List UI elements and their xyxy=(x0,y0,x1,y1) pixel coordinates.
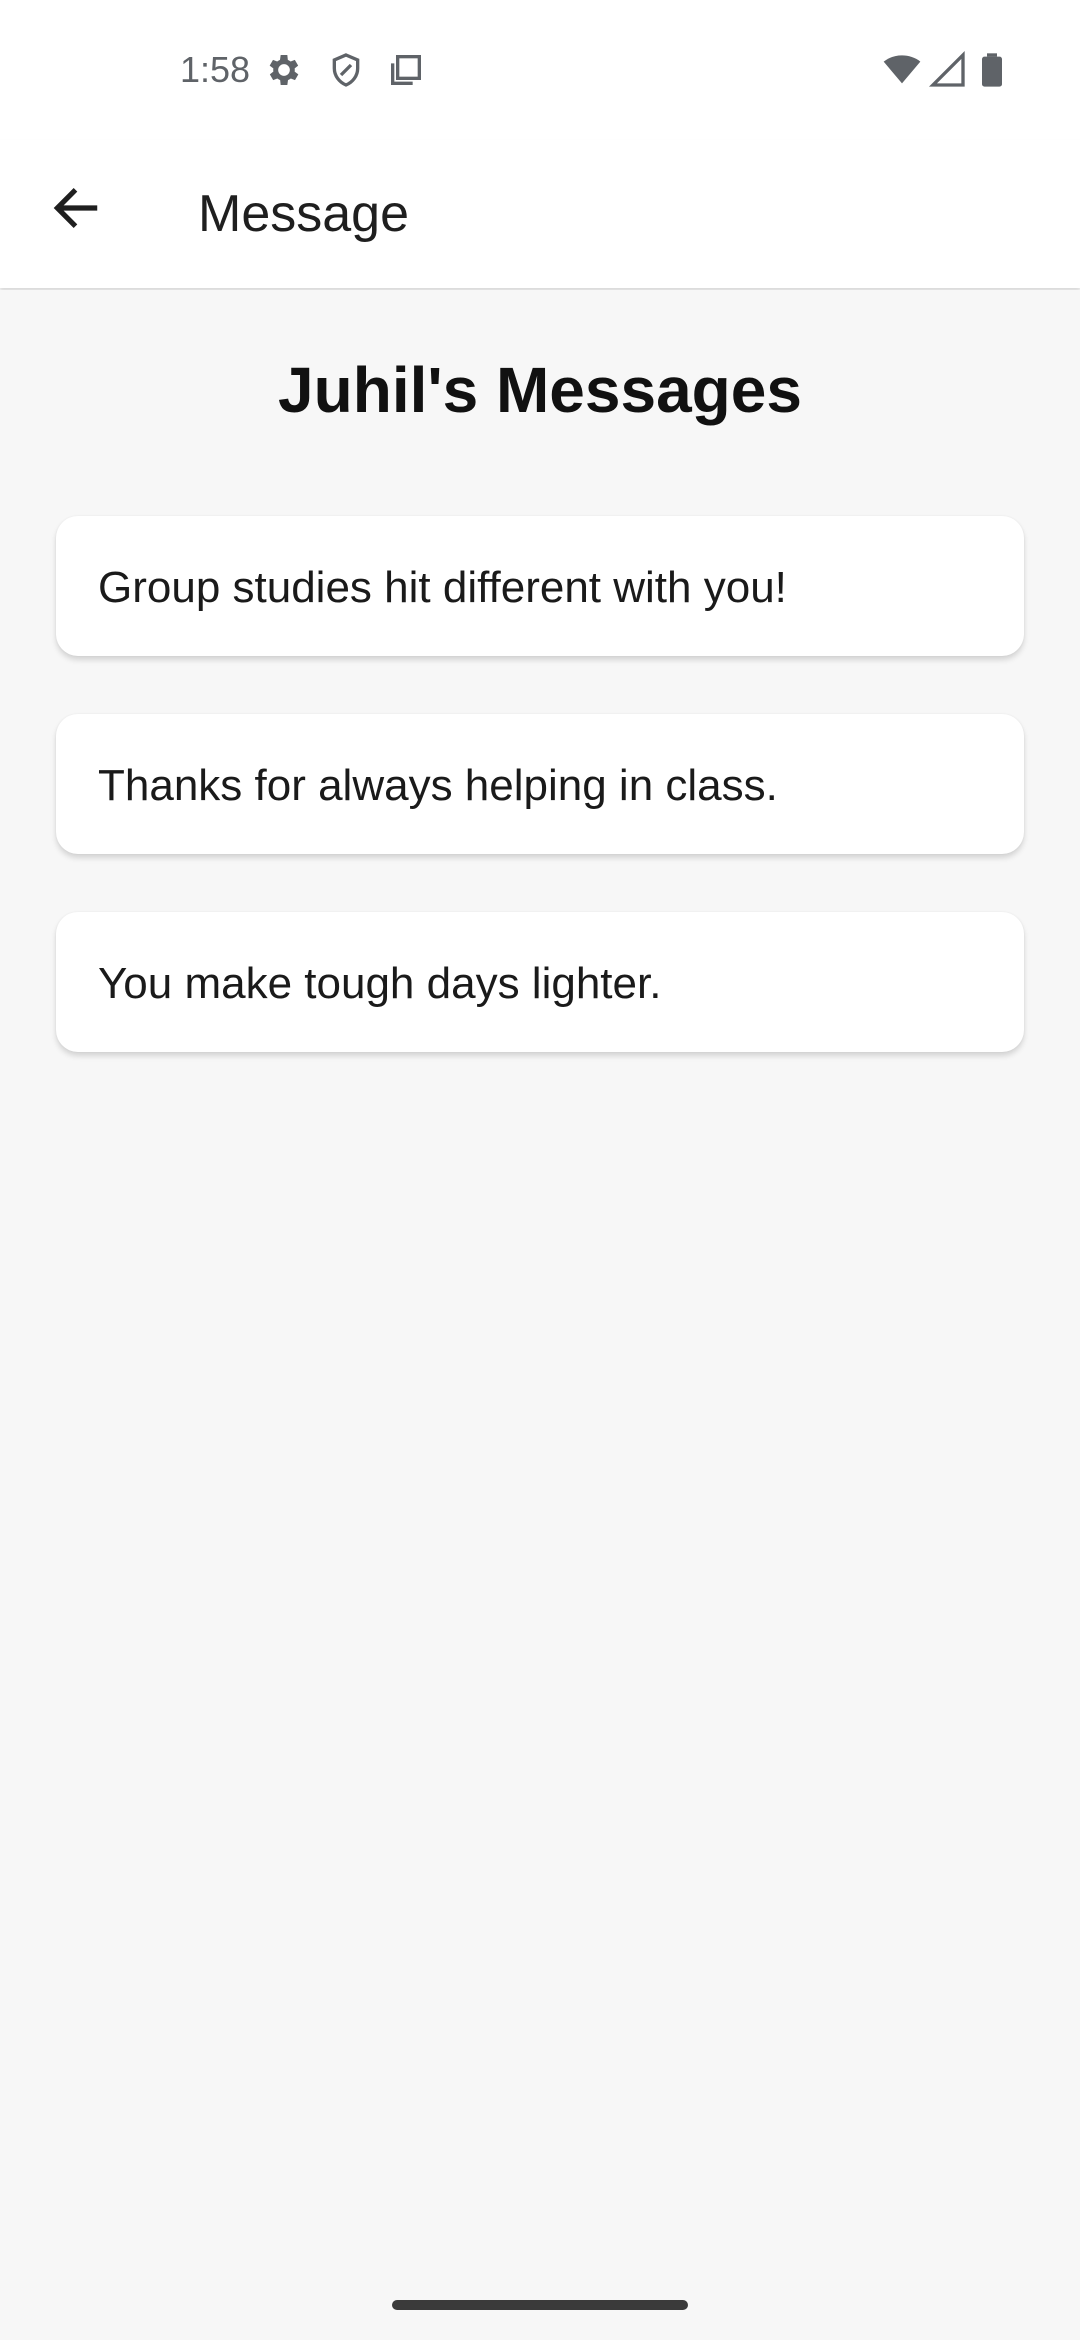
copy-icon xyxy=(386,50,426,90)
status-time: 1:58 xyxy=(180,49,251,90)
signal-icon xyxy=(928,50,968,90)
gear-icon xyxy=(264,50,304,90)
battery-icon xyxy=(972,50,1012,90)
app-bar: Message xyxy=(0,140,1080,288)
message-text: Group studies hit different with you! xyxy=(98,563,787,612)
message-card[interactable]: Thanks for always helping in class. xyxy=(56,714,1024,854)
message-card[interactable]: Group studies hit different with you! xyxy=(56,516,1024,656)
shield-icon xyxy=(326,50,366,90)
app-bar-title: Message xyxy=(198,185,409,243)
message-card[interactable]: You make tough days lighter. xyxy=(56,912,1024,1052)
content-area[interactable]: Juhil's Messages Group studies hit diffe… xyxy=(0,290,1080,2340)
back-button[interactable] xyxy=(36,170,116,250)
wifi-icon xyxy=(882,50,922,90)
arrow-left-icon xyxy=(48,180,104,241)
page-title: Juhil's Messages xyxy=(278,354,802,426)
status-bar: 1:58 xyxy=(0,0,1080,140)
message-text: Thanks for always helping in class. xyxy=(98,761,778,810)
home-indicator[interactable] xyxy=(392,2300,688,2310)
message-text: You make tough days lighter. xyxy=(98,959,662,1008)
